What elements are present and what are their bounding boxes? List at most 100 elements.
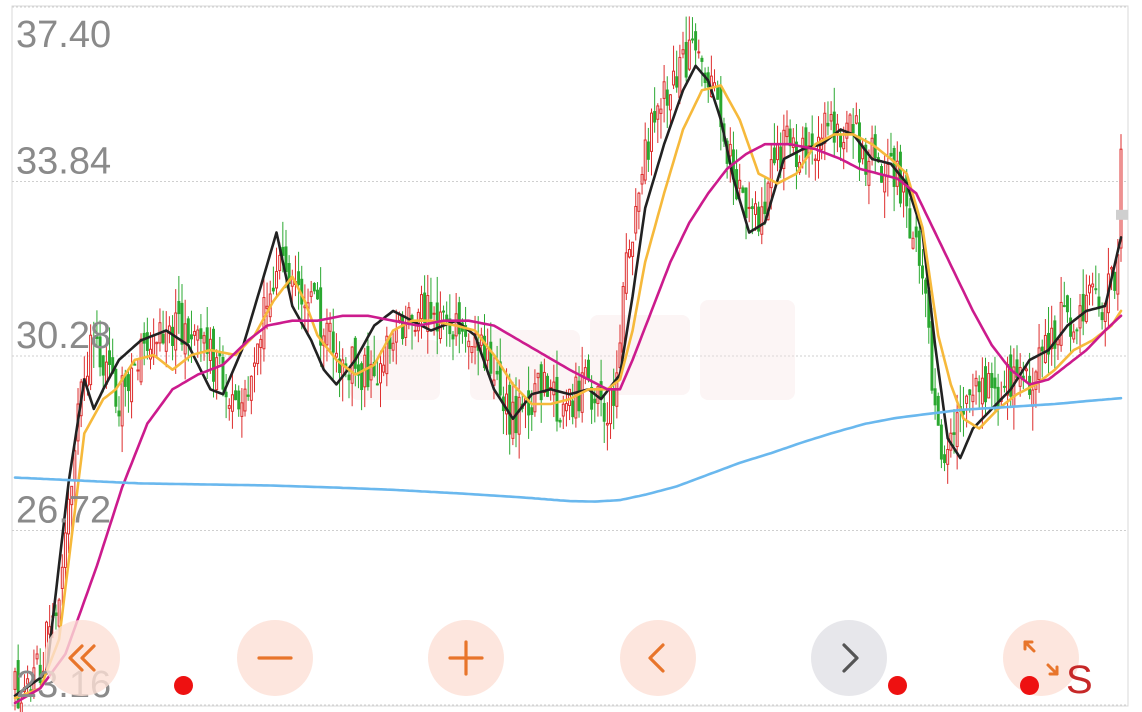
candle-body — [161, 333, 165, 344]
fast-backward-button[interactable] — [44, 620, 120, 696]
next-button[interactable] — [811, 620, 887, 696]
candle-body — [420, 294, 423, 320]
candle-body — [653, 111, 657, 123]
s-label[interactable]: S — [1066, 660, 1093, 700]
candle-body — [700, 57, 704, 62]
candle — [158, 308, 162, 352]
candle-body — [1075, 329, 1079, 332]
candle — [873, 125, 877, 175]
candle-body — [180, 302, 184, 345]
candle — [668, 94, 672, 126]
candle-body — [265, 305, 269, 309]
candle-body — [839, 134, 843, 148]
candle — [193, 324, 197, 346]
candle-body — [955, 412, 959, 448]
candle-body — [221, 356, 225, 390]
candle-body — [117, 410, 121, 417]
candle — [546, 373, 549, 398]
candle-body — [334, 352, 338, 358]
candle-body — [643, 139, 647, 181]
candle — [152, 318, 156, 365]
candle-body — [936, 395, 940, 426]
candle-body — [558, 419, 562, 423]
candle-body — [933, 388, 937, 406]
candle — [602, 395, 606, 443]
ma-line-3 — [13, 142, 1123, 705]
candle-body — [804, 127, 808, 159]
candle-body — [101, 355, 105, 376]
candle — [1062, 281, 1066, 308]
kline-chart[interactable]: 37.4033.8430.2826.7223.16 — [0, 0, 1142, 712]
candle — [665, 76, 669, 129]
candle-body — [883, 175, 887, 193]
candle-body — [530, 407, 534, 415]
candle — [794, 124, 798, 190]
candle — [776, 125, 780, 172]
zoom-out-button[interactable] — [237, 620, 313, 696]
candle-body — [347, 374, 351, 381]
candle — [1113, 271, 1117, 299]
candle-body — [609, 387, 613, 425]
candle — [322, 328, 326, 369]
candle — [167, 316, 171, 344]
candle-body — [183, 323, 187, 355]
candle-body — [1043, 334, 1047, 363]
candle — [1103, 302, 1107, 347]
candle-body — [145, 332, 149, 351]
candle-body — [870, 137, 874, 159]
candle-body — [1084, 294, 1088, 323]
candle — [237, 385, 241, 417]
candle-body — [552, 381, 556, 396]
candle-body — [413, 329, 417, 332]
candle-body — [624, 252, 628, 294]
candle-body — [120, 375, 124, 427]
candle — [842, 126, 846, 170]
candle — [1043, 318, 1047, 364]
candle-body — [256, 343, 260, 365]
candle — [265, 282, 269, 330]
candle — [605, 402, 609, 451]
candle — [1081, 269, 1085, 336]
candle — [404, 305, 408, 346]
candle-body — [297, 271, 301, 286]
candle-body — [536, 372, 540, 379]
candle — [640, 166, 644, 195]
candle-body — [842, 141, 846, 150]
candle-body — [215, 357, 219, 391]
watermark-block — [700, 300, 795, 400]
candle-body — [741, 187, 745, 193]
candle-body — [243, 388, 247, 412]
candle-body — [63, 532, 67, 568]
candle-body — [738, 179, 742, 189]
candle-body — [1081, 293, 1085, 322]
candle-body — [939, 424, 943, 460]
chart-canvas: 37.4033.8430.2826.7223.16 — [11, 5, 1129, 712]
candle-body — [813, 158, 817, 161]
candle-body — [511, 401, 515, 439]
candle-body — [867, 160, 871, 186]
candle-body — [442, 310, 446, 313]
candle-body — [189, 334, 193, 340]
candle-body — [593, 398, 597, 404]
indicator-dot — [888, 676, 907, 695]
candle-body — [136, 369, 140, 372]
candle-body — [375, 383, 379, 386]
candle-body — [533, 383, 537, 413]
candle-body — [539, 364, 543, 401]
candle — [716, 80, 720, 100]
last-price-marker — [1116, 209, 1128, 220]
candle-body — [889, 152, 893, 157]
candle — [1047, 307, 1051, 374]
candle-body — [996, 386, 1000, 409]
candle-body — [952, 432, 956, 435]
candle — [1031, 367, 1035, 431]
candle-body — [1113, 271, 1117, 291]
prev-button[interactable] — [620, 620, 696, 696]
candle-body — [631, 241, 635, 257]
candle — [741, 185, 745, 194]
zoom-in-button[interactable] — [428, 620, 504, 696]
candle-body — [278, 254, 282, 272]
candle-body — [1002, 385, 1006, 388]
candle — [813, 154, 817, 181]
candle-body — [328, 322, 332, 332]
